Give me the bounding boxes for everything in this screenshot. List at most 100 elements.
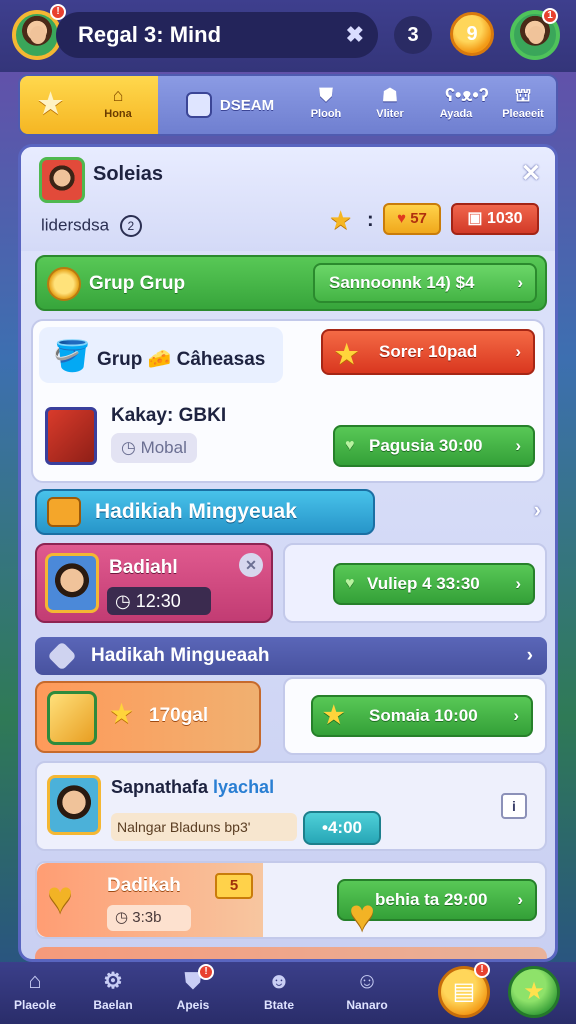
tab-team[interactable]: DSEAM	[170, 76, 290, 134]
heart-icon: ♥	[349, 891, 376, 940]
nav-nanaro-label: Nanaro	[346, 998, 388, 1012]
group-bar[interactable]: Grup Grup Sannoonnk 14) $4 ›	[35, 255, 547, 311]
badiahl-card[interactable]: Badiahl ◷ 12:30 ✕	[35, 543, 273, 623]
tab-favorites[interactable]: ★	[20, 76, 78, 134]
chevron-right-icon: ›	[515, 436, 521, 455]
heart-icon: ♥	[345, 437, 355, 454]
bottom-nav: ⌂ Plaeole ⚙ Baelan ⛊ Apeis ! ☻ Btate ☺ N…	[0, 962, 576, 1024]
panel-header: Soleias ✕ lidersdsa 2 ★ : ♥ 57 ▣ 1030	[21, 147, 555, 251]
somaia-button[interactable]: ★ Somaia 10:00 ›	[311, 695, 533, 737]
tab-home-label: Hona	[104, 108, 132, 120]
mobal-tag-label: Mobal	[140, 438, 187, 457]
info-icon[interactable]: i	[501, 793, 527, 819]
chevron-right-icon: ›	[515, 342, 521, 361]
nav-baelan-label: Baelan	[93, 998, 133, 1012]
dadikah-name: Dadikah	[107, 875, 181, 896]
tab-home[interactable]: ⌂ Hona	[78, 76, 158, 134]
star-icon: ★	[329, 205, 353, 235]
friend-avatar-badge: 1	[542, 8, 558, 24]
avatar	[47, 775, 101, 835]
separator-colon: :	[367, 209, 374, 231]
info-icon[interactable]: 2	[119, 215, 142, 237]
panel-subtitle-text: lidersdsa	[41, 215, 110, 235]
person-icon: ☺	[355, 968, 379, 993]
group-bar-button[interactable]: Sannoonnk 14) $4 ›	[313, 263, 537, 303]
chevron-right-icon: ›	[515, 574, 521, 593]
sorer-button[interactable]: ★ Sorer 10pad ›	[321, 329, 535, 375]
tab-plooh[interactable]: ⛊ Plooh	[296, 76, 356, 134]
reward-value: 170gal	[149, 705, 209, 726]
shop-badge: !	[474, 962, 490, 978]
reward-card[interactable]: ★ 170gal	[35, 681, 261, 753]
pagusia-button[interactable]: ♥ Pagusia 30:00 ›	[333, 425, 535, 467]
close-icon[interactable]: ✕	[239, 553, 263, 577]
hearts-counter[interactable]: ♥ 57	[383, 203, 441, 235]
page-title: Regal 3: Mind ✖	[56, 12, 378, 58]
list-item-name-accent: lyachal	[213, 777, 275, 797]
badiahl-name: Badiahl	[109, 557, 178, 578]
ticket-icon	[47, 691, 97, 745]
star-icon: ★	[335, 339, 359, 369]
pagusia-button-label: Pagusia 30:00	[369, 436, 483, 455]
gems-value: 1030	[486, 210, 523, 227]
heart-icon: ♥	[397, 210, 407, 227]
timer-badge: ◷ 12:30	[107, 587, 211, 615]
sorer-button-label: Sorer 10pad	[379, 342, 478, 361]
chevron-right-icon[interactable]: ›	[534, 497, 541, 523]
section-title: Hadikah Mingueaah	[91, 645, 270, 666]
home-icon: ⌂	[28, 968, 42, 993]
notification-count[interactable]: 3	[394, 16, 432, 54]
panel-title: Soleias	[93, 163, 164, 185]
avatar-face-icon	[528, 26, 544, 44]
group-card: 🪣 Grup 🧀 Câheasas ★ Sorer 10pad › Kakay:…	[31, 319, 545, 483]
behia-button[interactable]: ♥ behia ta 29:00 ›	[337, 879, 537, 940]
list-item[interactable]: Sapnathafa lyachal Nalngar Bladuns bp3' …	[35, 761, 547, 851]
star-icon: ★	[109, 698, 135, 729]
time-button[interactable]: •4:00	[303, 811, 381, 845]
section-header-hadikiah[interactable]: Hadikiah Mingyeuak	[35, 489, 375, 535]
close-icon[interactable]: ✖	[346, 12, 364, 58]
favorites-button[interactable]: ★	[508, 966, 560, 1018]
chevron-right-icon: ›	[513, 706, 519, 725]
vuliep-button[interactable]: ♥ Vuliep 4 33:30 ›	[333, 563, 535, 605]
gear-icon: ⚙	[103, 968, 123, 993]
card-icon: ▤	[452, 978, 476, 1005]
tab-ayada[interactable]: ʕ•ᴥ•ʔ Ayada	[424, 76, 489, 134]
nav-apeis[interactable]: ⛊ Apeis	[158, 968, 228, 1012]
panel-close-icon[interactable]: ✕	[521, 159, 541, 188]
gem-icon	[47, 641, 77, 671]
kakay-label: Kakay: GBKI	[111, 405, 227, 426]
avatar-face-icon	[30, 26, 46, 44]
panel-subtitle: lidersdsa 2	[41, 215, 142, 237]
coin-button[interactable]: 9	[450, 12, 494, 56]
tab-vliter[interactable]: ☗ Vliter	[360, 76, 420, 134]
top-bar: ! Regal 3: Mind ✖ 3 9 1	[0, 0, 576, 72]
tab-pleaeeit[interactable]: ⛫ Pleaeeit	[488, 76, 556, 134]
mobal-tag: ◷ Mobal	[111, 433, 197, 463]
star-icon: ★	[38, 88, 64, 119]
house-icon: ⛫	[514, 85, 532, 105]
avatar	[45, 553, 99, 613]
somaia-card: ★ Somaia 10:00 ›	[283, 677, 547, 755]
book-icon	[45, 407, 97, 465]
tab-ayada-label: Ayada	[439, 108, 473, 120]
panel-avatar[interactable]	[39, 157, 85, 203]
timer-value: 12:30	[135, 591, 181, 611]
star-icon: ★	[323, 702, 345, 729]
section-header-hadikah[interactable]: Hadikah Mingueaah ›	[35, 637, 547, 675]
nav-plaeole[interactable]: ⌂ Plaeole	[0, 968, 70, 1012]
list-item-name-main: Sapnathafa	[111, 777, 214, 797]
clock-icon: ◷	[115, 591, 136, 611]
tab-pleaeeit-label: Pleaeeit	[502, 108, 544, 120]
nav-nanaro[interactable]: ☺ Nanaro	[332, 968, 402, 1012]
nav-apeis-label: Apeis	[176, 998, 210, 1012]
clock-icon: ◷	[121, 438, 141, 457]
gems-counter[interactable]: ▣ 1030	[451, 203, 539, 235]
chevron-right-icon: ›	[517, 273, 523, 292]
next-card-peek	[35, 947, 547, 959]
heart-icon: ♥	[345, 575, 355, 592]
nav-apeis-badge: !	[198, 964, 214, 980]
nav-baelan[interactable]: ⚙ Baelan	[78, 968, 148, 1012]
dadikah-panel[interactable]: ♥ Dadikah 5 ◷ 3:3b	[37, 863, 263, 937]
nav-btate[interactable]: ☻ Btate	[244, 968, 314, 1012]
